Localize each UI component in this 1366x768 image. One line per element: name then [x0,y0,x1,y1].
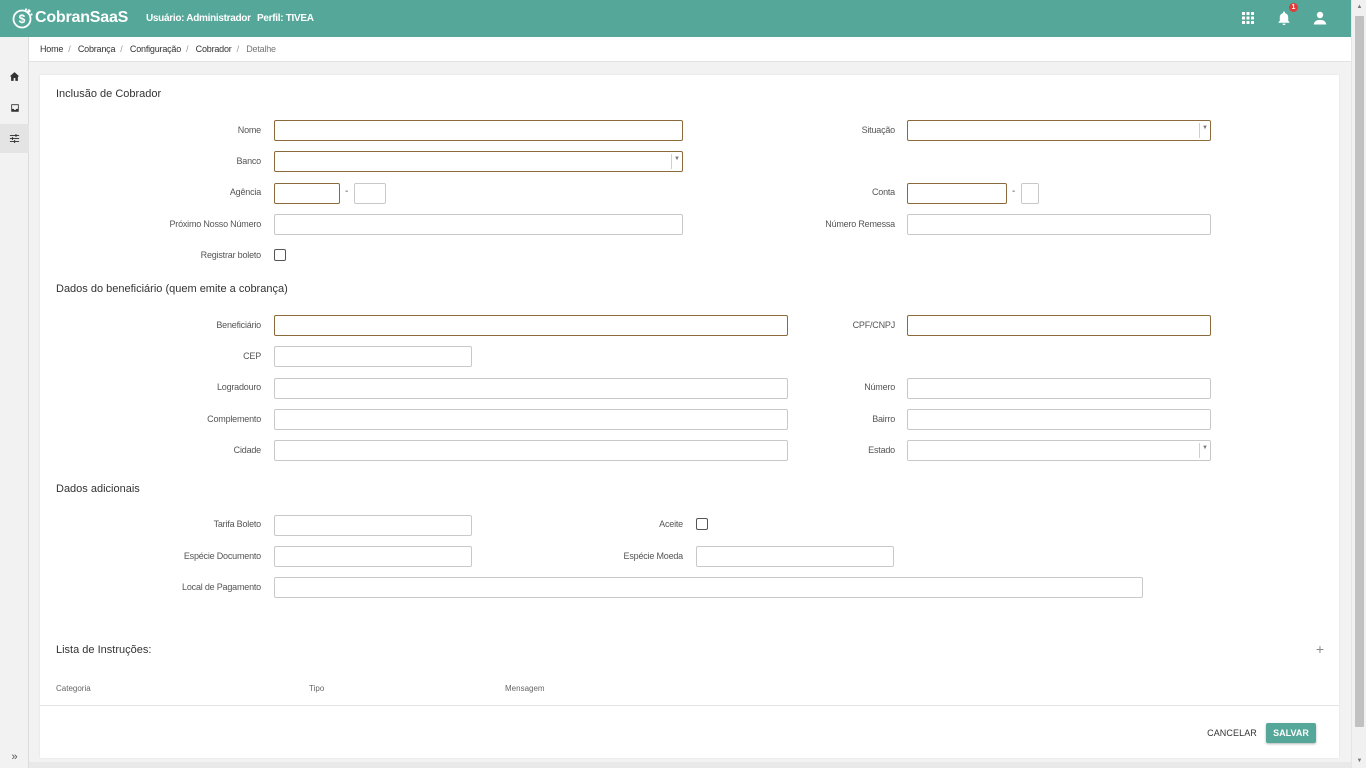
aceite-checkbox[interactable] [696,518,708,530]
chevron-down-icon: ▼ [1202,445,1208,451]
column-header-mensagem[interactable]: Mensagem [505,684,545,693]
column-header-categoria[interactable]: Categoria [56,684,91,693]
app-name: CobranSaaS [35,9,129,26]
section-title-adicionais: Dados adicionais [56,483,140,495]
label-situacao: Situação [861,125,896,135]
numero-input[interactable] [907,378,1211,399]
cpf-cnpj-input[interactable] [907,315,1211,336]
cancel-button[interactable]: CANCELAR [1200,723,1264,743]
page-scrollbar[interactable]: ▲ ▼ [1351,0,1366,768]
label-tarifa-boleto: Tarifa Boleto [213,519,262,529]
label-especie-documento: Espécie Documento [183,551,261,561]
profile-info: Perfil: TIVEA [257,13,314,24]
beneficiario-input[interactable] [274,315,788,336]
app-logo[interactable]: $ CobranSaaS [12,7,128,29]
top-actions: 1 [1240,3,1328,26]
agencia-digit-input[interactable] [354,183,386,204]
label-especie-moeda: Espécie Moeda [623,551,684,561]
section-title-beneficiario: Dados do beneficiário (quem emite a cobr… [56,283,288,295]
add-instruction-button[interactable]: + [1316,641,1324,657]
numero-remessa-input[interactable] [907,214,1211,235]
breadcrumb-separator: / [68,44,71,54]
breadcrumb-home[interactable]: Home [40,44,63,54]
breadcrumb-cobrador[interactable]: Cobrador [196,44,232,54]
label-bairro: Bairro [872,414,895,424]
cidade-input[interactable] [274,440,788,461]
label-estado: Estado [868,445,895,455]
chevron-down-icon: ▼ [674,156,680,162]
bell-icon[interactable]: 1 [1276,3,1298,26]
logradouro-input[interactable] [274,378,788,399]
inbox-icon [10,103,19,112]
user-icon[interactable] [1312,10,1328,26]
column-header-tipo[interactable]: Tipo [309,684,324,693]
breadcrumb-configuracao[interactable]: Configuração [130,44,181,54]
label-numero: Número [864,382,895,392]
especie-moeda-input[interactable] [696,546,894,567]
scrollbar-thumb[interactable] [1355,16,1364,727]
sidebar-item-home[interactable] [0,62,29,91]
sidebar: » [0,37,29,768]
nome-input[interactable] [274,120,683,141]
label-numero-remessa: Número Remessa [825,219,895,229]
apps-grid-icon[interactable] [1240,10,1256,26]
breadcrumb-cobranca[interactable]: Cobrança [78,44,116,54]
label-cep: CEP [243,351,261,361]
form-card: Inclusão de Cobrador Nome Situação ▼ Ban… [40,75,1339,758]
bottom-strip [29,762,1351,768]
save-button[interactable]: SALVAR [1266,723,1316,743]
breadcrumb: Home / Cobrança / Configuração / Cobrador / … [29,37,1351,62]
chevron-down-icon: ▼ [1202,125,1208,131]
breadcrumb-separator: / [236,44,240,54]
sidebar-item-inbox[interactable] [0,93,29,122]
label-registrar-boleto: Registrar boleto [200,250,262,260]
section-title-instrucoes: Lista de Instruções: [56,644,152,656]
home-icon [9,72,20,81]
label-aceite: Aceite [659,519,683,529]
label-nome: Nome [237,125,261,135]
scroll-up-arrow-icon[interactable]: ▲ [1352,0,1366,14]
label-cidade: Cidade [233,445,262,455]
label-banco: Banco [236,156,261,166]
notification-badge: 1 [1289,3,1298,12]
cep-input[interactable] [274,346,472,367]
conta-separator: - [1012,186,1016,197]
footer-divider [40,705,1339,706]
section-title-cobrador: Inclusão de Cobrador [56,88,162,100]
svg-text:$: $ [19,12,26,26]
tarifa-boleto-input[interactable] [274,515,472,536]
situacao-select[interactable]: ▼ [907,120,1211,141]
label-conta: Conta [871,187,895,197]
sidebar-item-settings[interactable] [0,124,29,153]
label-cpf-cnpj: CPF/CNPJ [852,320,896,330]
complemento-input[interactable] [274,409,788,430]
breadcrumb-separator: / [186,44,189,54]
conta-digit-input[interactable] [1021,183,1039,204]
top-bar: $ CobranSaaS Usuário: Administrador Perf… [0,0,1351,37]
registrar-boleto-checkbox[interactable] [274,249,286,261]
label-agencia: Agência [229,187,261,197]
proximo-nosso-numero-input[interactable] [274,214,683,235]
banco-select[interactable]: ▼ [274,151,683,172]
settings-sliders-icon [9,134,20,143]
scroll-down-arrow-icon[interactable]: ▼ [1352,754,1366,768]
agencia-separator: - [345,186,349,197]
label-proximo-nosso-numero: Próximo Nosso Número [169,219,261,229]
label-complemento: Complemento [207,414,261,424]
breadcrumb-current: Detalhe [246,44,276,54]
label-logradouro: Logradouro [216,382,261,392]
label-beneficiario: Beneficiário [216,320,261,330]
agencia-input[interactable] [274,183,340,204]
breadcrumb-separator: / [120,44,123,54]
label-local-pagamento: Local de Pagamento [182,582,261,592]
user-info: Usuário: Administrador [146,13,251,24]
sidebar-expand-button[interactable]: » [0,746,29,768]
logo-icon: $ [12,8,33,29]
bairro-input[interactable] [907,409,1211,430]
estado-select[interactable]: ▼ [907,440,1211,461]
local-pagamento-input[interactable] [274,577,1143,598]
especie-documento-input[interactable] [274,546,472,567]
conta-input[interactable] [907,183,1007,204]
